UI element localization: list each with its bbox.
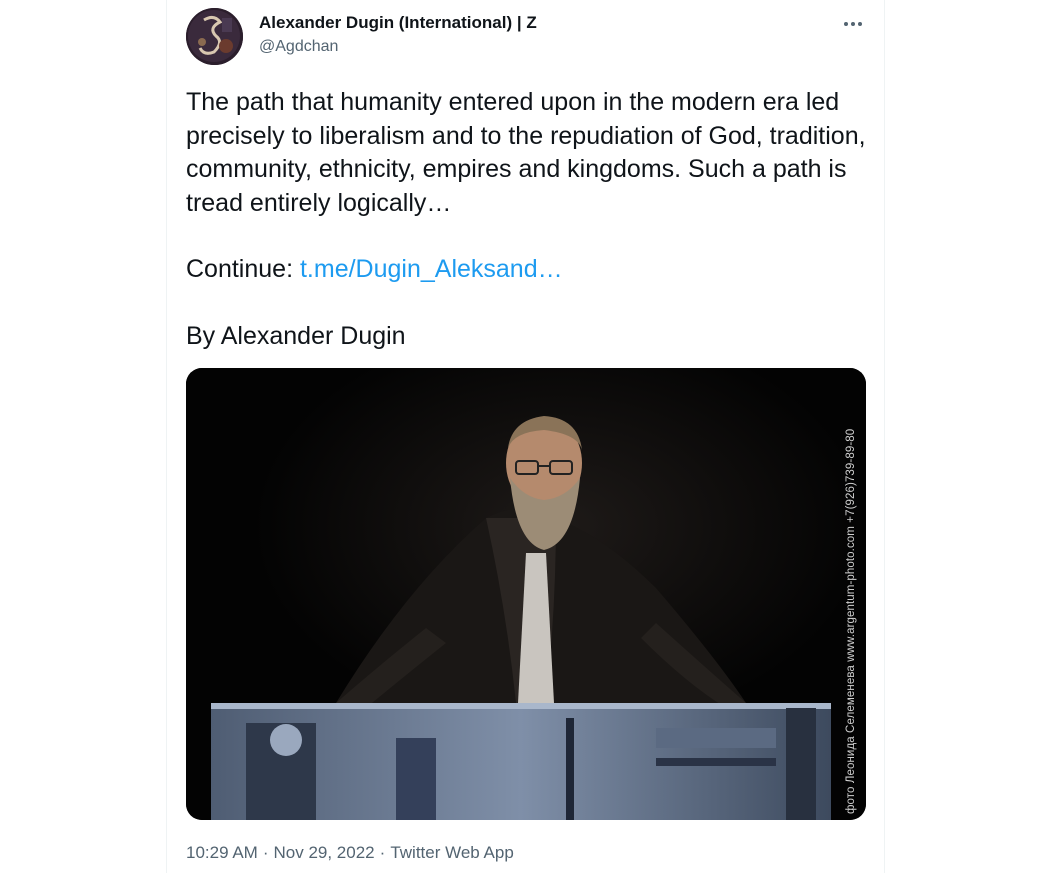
continue-label: Continue:	[186, 255, 294, 283]
author-name[interactable]: Alexander Dugin (International) | Z	[259, 13, 537, 33]
continue-link[interactable]: t.me/Dugin_Aleksand…	[300, 255, 563, 283]
byline: By Alexander Dugin	[186, 321, 406, 350]
tweet-photo[interactable]: фото Леонида Селеменева www.argentum-pho…	[186, 368, 866, 820]
tweet-meta: 10:29 AM · Nov 29, 2022 · Twitter Web App	[186, 843, 514, 863]
tweet-card: Alexander Dugin (International) | Z @Agd…	[166, 0, 885, 873]
more-horizontal-icon	[844, 22, 848, 26]
more-options-button[interactable]	[839, 12, 867, 36]
avatar[interactable]	[186, 8, 243, 65]
tweet-date: Nov 29, 2022	[273, 843, 375, 862]
photo-image	[186, 368, 866, 820]
tweet-text: The path that humanity entered upon in t…	[186, 88, 866, 217]
tweet-source-link[interactable]: Twitter Web App	[390, 843, 513, 862]
author-handle[interactable]: @Agdchan	[259, 38, 338, 56]
meta-separator: ·	[379, 843, 386, 862]
photo-watermark: фото Леонида Селеменева www.argentum-pho…	[845, 428, 857, 814]
more-horizontal-icon	[851, 22, 855, 26]
continue-line: Continue: t.me/Dugin_Aleksand…	[186, 253, 876, 287]
tweet-body: The path that humanity entered upon in t…	[186, 86, 876, 353]
meta-separator: ·	[262, 843, 269, 862]
more-horizontal-icon	[858, 22, 862, 26]
tweet-time-link[interactable]: 10:29 AM · Nov 29, 2022	[186, 843, 375, 862]
tweet-time: 10:29 AM	[186, 843, 258, 862]
